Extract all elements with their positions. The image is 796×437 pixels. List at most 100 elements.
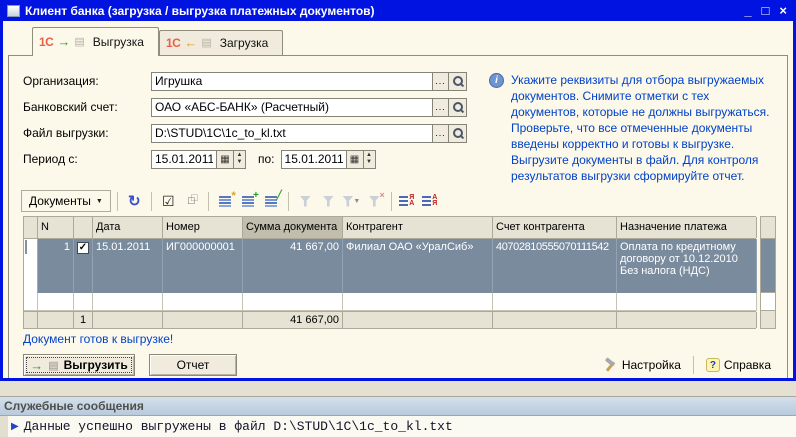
spin-down-icon: ▼ [236, 159, 243, 165]
tab-zagruzka[interactable]: 1С ← ▤ Загрузка [158, 30, 284, 55]
maximize-button[interactable]: □ [762, 3, 770, 19]
window-controls: _ □ × [744, 3, 787, 19]
period-to-stepper[interactable]: ▲ ▼ [363, 149, 376, 169]
export-button[interactable]: → ▤ Выгрузить [23, 354, 135, 376]
calendar-icon[interactable]: ▦ [217, 149, 234, 169]
period-to-input[interactable] [280, 149, 347, 169]
col-header-n[interactable]: N [38, 217, 74, 238]
filter-value-icon[interactable] [318, 192, 339, 211]
service-message-row[interactable]: ▶ Данные успешно выгружены в файл D:\STU… [0, 416, 796, 437]
export-file-label: Файл выгрузки: [23, 126, 109, 140]
bank-client-window: Клиент банка (загрузка / выгрузка платеж… [0, 0, 796, 381]
col-header-check[interactable] [74, 217, 93, 238]
cell-n: 1 [38, 239, 74, 293]
message-bullet-icon: ▶ [11, 421, 19, 432]
table-empty-row [23, 293, 757, 311]
app-screen: Клиент банка (загрузка / выгрузка платеж… [0, 0, 796, 437]
export-tab-panel: Организация: ... Банковский счет: ... [8, 55, 788, 378]
tab-vygruzka-label: Выгрузка [92, 35, 144, 49]
magnifier-icon [452, 127, 464, 139]
export-file-input[interactable] [151, 123, 433, 143]
footer-separator [692, 356, 694, 374]
period-row: Период с: ▦ ▲ ▼ по: ▦ ▲ [23, 146, 473, 172]
sort-ascending-icon[interactable]: АЯ [421, 192, 442, 211]
sort-descending-icon[interactable]: ЯА [398, 192, 419, 211]
period-from-stepper[interactable]: ▲ ▼ [234, 149, 246, 169]
refresh-icon[interactable]: ↻ [124, 192, 145, 211]
col-header-amount[interactable]: Сумма документа [243, 217, 343, 238]
help-button[interactable]: ? Справка [702, 356, 775, 374]
cell-check: ✓ [74, 239, 93, 293]
organization-open-button[interactable] [449, 71, 467, 91]
cell-number: ИГ000000001 [163, 239, 243, 293]
settings-button[interactable]: Настройка [598, 356, 685, 375]
minimize-button[interactable]: _ [744, 3, 751, 19]
form-fields: Организация: ... Банковский счет: ... [15, 64, 473, 184]
bank-account-label: Банковский счет: [23, 100, 118, 114]
row-checkbox[interactable]: ✓ [77, 242, 89, 254]
service-messages-title: Служебные сообщения [0, 397, 796, 416]
col-header-account[interactable]: Счет контрагента [493, 217, 617, 238]
toolbar-separator [287, 191, 289, 211]
toolbar-separator [116, 191, 118, 211]
tab-bar: 1С → ▤ Выгрузка 1С ← ▤ Загрузка [8, 25, 788, 56]
tab-vygruzka[interactable]: 1С → ▤ Выгрузка [32, 27, 159, 56]
uncheck-all-icon[interactable]: □ [181, 192, 202, 211]
col-header-date[interactable]: Дата [93, 217, 163, 238]
1c-logo-icon: 1С [39, 35, 54, 49]
status-text: Документ готов к выгрузке! [23, 332, 174, 346]
arrow-right-icon: → [30, 357, 44, 373]
table-row[interactable]: 1 ✓ 15.01.2011 ИГ000000001 41 667,00 Фил… [23, 239, 757, 293]
documents-menu-button[interactable]: Документы ▼ [21, 190, 111, 212]
info-icon: i [489, 73, 504, 88]
organization-ellipsis-button[interactable]: ... [433, 71, 449, 91]
col-header-counterparty[interactable]: Контрагент [343, 217, 493, 238]
info-text: Укажите реквизиты для отбора выгружаемых… [511, 72, 775, 184]
bank-account-open-button[interactable] [449, 97, 467, 117]
table-overflow-column [760, 216, 776, 329]
organization-input[interactable] [151, 71, 433, 91]
filter-column-icon[interactable] [295, 192, 316, 211]
list-plus-icon[interactable]: + [238, 190, 259, 211]
list-edit-icon[interactable]: ╱ [261, 190, 282, 211]
close-button[interactable]: × [779, 3, 787, 19]
export-file-open-button[interactable] [449, 123, 467, 143]
filter-clear-icon[interactable]: × [364, 190, 385, 211]
cell-amount: 41 667,00 [243, 239, 343, 293]
filter-settings-icon[interactable]: ▼ [341, 192, 362, 211]
window-icon [7, 4, 20, 17]
list-star-icon[interactable]: * [215, 190, 236, 211]
toolbar-separator [150, 191, 152, 211]
col-header-icon[interactable] [24, 217, 38, 238]
chevron-down-icon: ▼ [95, 197, 103, 205]
document-icon: ▤ [201, 37, 212, 49]
message-gutter [0, 416, 8, 437]
col-header-number[interactable]: Номер [163, 217, 243, 238]
form-area: Организация: ... Банковский счет: ... [15, 64, 781, 184]
total-amount: 41 667,00 [243, 312, 343, 328]
organization-label: Организация: [23, 74, 99, 88]
documents-table: N Дата Номер Сумма документа Контрагент … [23, 216, 779, 329]
tab-zagruzka-label: Загрузка [219, 36, 269, 50]
table-total-row: 1 41 667,00 [23, 311, 757, 329]
export-file-ellipsis-button[interactable]: ... [433, 123, 449, 143]
toolbar-separator [390, 191, 392, 211]
check-all-icon[interactable]: ☑ [158, 192, 179, 211]
toolbar-separator [207, 191, 209, 211]
total-count: 1 [74, 312, 93, 328]
calendar-icon[interactable]: ▦ [346, 149, 364, 169]
document-icon [25, 240, 27, 254]
export-file-row: Файл выгрузки: ... [23, 120, 473, 146]
window-title: Клиент банка (загрузка / выгрузка платеж… [25, 3, 375, 18]
period-from-input[interactable] [151, 149, 217, 169]
bank-account-ellipsis-button[interactable]: ... [433, 97, 449, 117]
documents-toolbar: Документы ▼ ↻ ☑ □ * + ╱ ▼ × ЯА АЯ [15, 184, 781, 216]
report-button[interactable]: Отчет [149, 354, 237, 376]
period-to-label: по: [258, 152, 275, 166]
1c-logo-icon: 1С [165, 36, 181, 50]
question-icon: ? [705, 358, 720, 372]
col-header-purpose[interactable]: Назначение платежа [617, 217, 757, 238]
window-body: 1С → ▤ Выгрузка 1С ← ▤ Загрузка Организа… [3, 21, 793, 378]
spin-up-icon: ▲ [366, 152, 372, 158]
bank-account-input[interactable] [151, 97, 433, 117]
